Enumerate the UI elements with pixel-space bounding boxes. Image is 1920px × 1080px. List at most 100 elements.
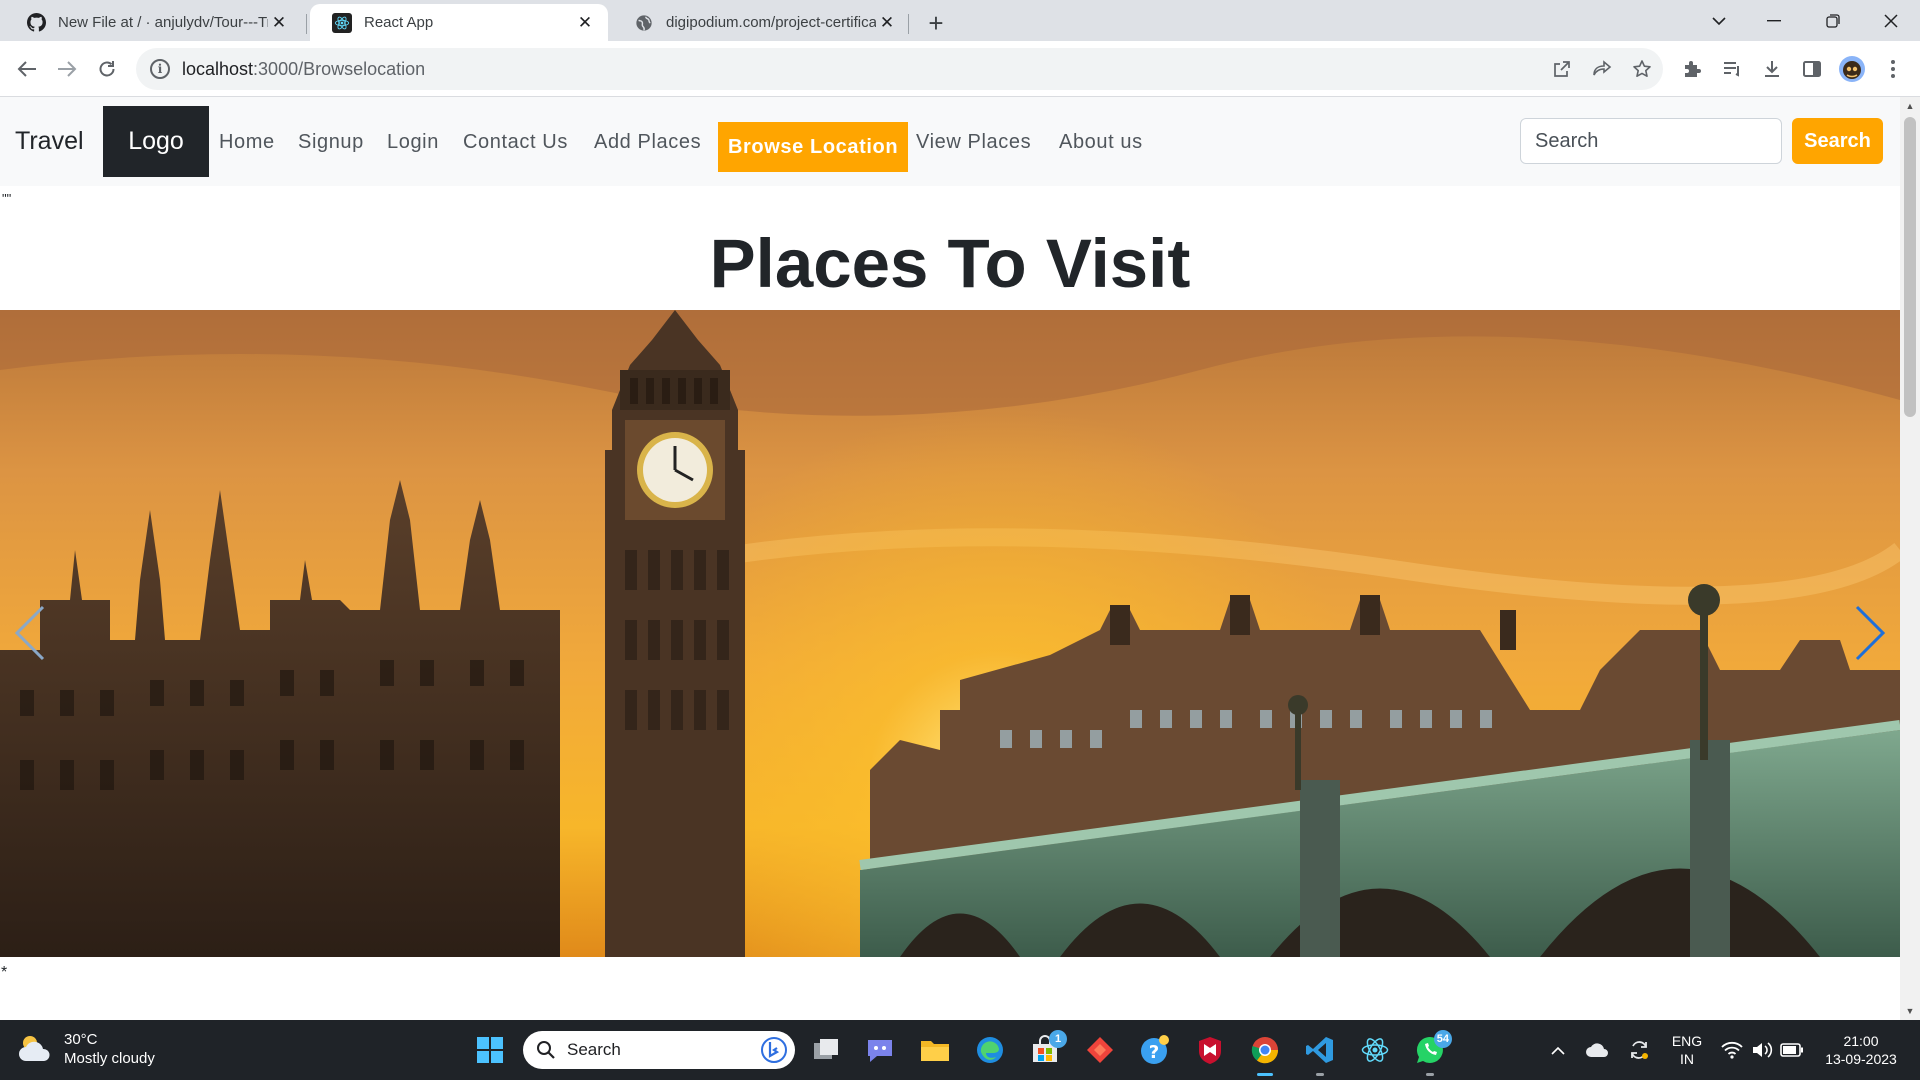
- navbar-brand[interactable]: Travel: [15, 127, 84, 156]
- reload-button[interactable]: [90, 52, 124, 86]
- navbar-search-input[interactable]: [1520, 118, 1782, 164]
- whatsapp-badge: 54: [1433, 1030, 1452, 1048]
- taskbar-search-placeholder: Search: [567, 1040, 621, 1059]
- side-panel-icon[interactable]: [1795, 52, 1829, 86]
- windows-taskbar: 30°C Mostly cloudy Search 1 ? 54 ENG IN …: [0, 1020, 1920, 1080]
- mcafee-shield-icon[interactable]: [1192, 1032, 1228, 1068]
- close-icon[interactable]: ✕: [268, 12, 290, 34]
- tab-title: digipodium.com/project-certificate: [666, 14, 876, 31]
- navbar-logo[interactable]: Logo: [103, 106, 209, 177]
- nav-link-add-places[interactable]: Add Places: [594, 131, 701, 154]
- nav-link-browse-location[interactable]: Browse Location: [718, 122, 909, 172]
- help-tips-icon[interactable]: ?: [1137, 1032, 1173, 1068]
- share-icon[interactable]: [1587, 54, 1617, 84]
- scroll-up-arrow-icon[interactable]: ▲: [1900, 97, 1920, 115]
- nav-link-view-places[interactable]: View Places: [916, 131, 1031, 154]
- github-icon: [26, 13, 46, 33]
- carousel-prev-button[interactable]: [0, 593, 60, 673]
- new-tab-button[interactable]: +: [920, 7, 952, 39]
- extensions-puzzle-icon[interactable]: [1675, 52, 1709, 86]
- scroll-down-arrow-icon[interactable]: ▼: [1900, 1002, 1920, 1020]
- svg-text:?: ?: [1149, 1042, 1159, 1063]
- bing-icon: [761, 1037, 787, 1063]
- site-navbar: Travel Logo Home Signup Login Contact Us…: [0, 97, 1900, 186]
- tab-react-app[interactable]: React App ✕: [310, 4, 608, 41]
- whatsapp-running-indicator: [1426, 1073, 1434, 1076]
- nav-link-contact-us[interactable]: Contact Us: [463, 131, 568, 154]
- bookmark-star-icon[interactable]: [1627, 54, 1657, 84]
- react-icon: [332, 12, 352, 33]
- url-path: :3000/Browselocation: [253, 58, 426, 79]
- wifi-icon[interactable]: [1718, 1038, 1746, 1062]
- page-title: Places To Visit: [709, 225, 1191, 302]
- language-indicator[interactable]: ENG IN: [1666, 1032, 1708, 1068]
- address-bar[interactable]: i localhost:3000/Browselocation: [136, 48, 1663, 90]
- edge-browser-icon[interactable]: [972, 1032, 1008, 1068]
- nav-link-login[interactable]: Login: [387, 131, 439, 154]
- tab-github-file[interactable]: New File at / · anjulydv/Tour---Travel ✕: [4, 4, 302, 41]
- stray-text-top: "": [2, 191, 12, 206]
- sync-icon[interactable]: [1626, 1038, 1652, 1062]
- tab-separator: [908, 14, 909, 34]
- places-carousel[interactable]: [0, 310, 1900, 957]
- react-devtools-icon[interactable]: [1357, 1032, 1393, 1068]
- taskbar-search-box[interactable]: Search: [523, 1031, 795, 1069]
- browser-toolbar: i localhost:3000/Browselocation: [0, 41, 1920, 97]
- weather-widget[interactable]: 30°C Mostly cloudy: [18, 1030, 155, 1068]
- language-code: ENG: [1671, 1033, 1703, 1049]
- minimize-button[interactable]: [1745, 0, 1803, 41]
- language-region: IN: [1680, 1051, 1694, 1067]
- anydesk-icon[interactable]: [1082, 1032, 1118, 1068]
- reading-list-icon[interactable]: [1715, 52, 1749, 86]
- vscode-running-indicator: [1316, 1073, 1324, 1076]
- nav-link-home[interactable]: Home: [219, 131, 275, 154]
- site-info-icon[interactable]: i: [150, 59, 170, 79]
- microsoft-store-icon[interactable]: 1: [1027, 1030, 1067, 1068]
- vscode-icon[interactable]: [1302, 1032, 1338, 1076]
- profile-avatar[interactable]: [1835, 52, 1869, 86]
- page-viewport: Travel Logo Home Signup Login Contact Us…: [0, 97, 1920, 1020]
- close-window-button[interactable]: [1862, 0, 1920, 41]
- chrome-browser-icon[interactable]: [1247, 1032, 1283, 1076]
- menu-kebab-icon[interactable]: [1876, 52, 1910, 86]
- page-scrollbar[interactable]: ▲ ▼: [1900, 97, 1920, 1020]
- navbar-search-button[interactable]: Search: [1792, 118, 1883, 164]
- clock-time: 21:00: [1843, 1033, 1879, 1049]
- onedrive-cloud-icon[interactable]: [1584, 1038, 1610, 1062]
- open-in-app-icon[interactable]: [1547, 54, 1577, 84]
- tab-search-chevron-icon[interactable]: [1690, 0, 1748, 41]
- chevron-right-icon: [1855, 605, 1886, 661]
- close-icon[interactable]: ✕: [574, 12, 596, 34]
- tab-title: New File at / · anjulydv/Tour---Travel: [58, 14, 268, 31]
- store-badge: 1: [1049, 1030, 1067, 1048]
- carousel-next-button[interactable]: [1840, 593, 1900, 673]
- restore-button[interactable]: [1804, 0, 1862, 41]
- battery-icon[interactable]: [1778, 1038, 1806, 1062]
- scroll-thumb[interactable]: [1904, 117, 1916, 417]
- stray-text-bottom: *: [1, 964, 8, 981]
- windows-start-icon[interactable]: [472, 1032, 508, 1068]
- forward-button[interactable]: [50, 52, 84, 86]
- teams-chat-icon[interactable]: [862, 1032, 898, 1068]
- weather-desc: Mostly cloudy: [64, 1050, 155, 1067]
- cloudy-weather-icon: [19, 1036, 50, 1061]
- nav-link-about-us[interactable]: About us: [1059, 131, 1143, 154]
- task-view-icon[interactable]: [808, 1032, 844, 1068]
- nav-link-signup[interactable]: Signup: [298, 131, 364, 154]
- clock[interactable]: 21:00 13-09-2023: [1816, 1032, 1906, 1068]
- clock-date: 13-09-2023: [1825, 1051, 1897, 1067]
- tab-separator: [306, 14, 307, 34]
- whatsapp-icon[interactable]: 54: [1412, 1030, 1452, 1076]
- tab-strip: New File at / · anjulydv/Tour---Travel ✕…: [0, 0, 1920, 41]
- back-button[interactable]: [10, 52, 44, 86]
- chrome-running-indicator: [1257, 1073, 1273, 1076]
- close-icon[interactable]: ✕: [876, 12, 898, 34]
- show-hidden-icons-chevron-icon[interactable]: [1546, 1038, 1570, 1062]
- weather-temp: 30°C: [64, 1031, 98, 1048]
- volume-icon[interactable]: [1748, 1038, 1776, 1062]
- download-icon[interactable]: [1755, 52, 1789, 86]
- url-host: localhost: [182, 58, 254, 79]
- file-explorer-icon[interactable]: [917, 1032, 953, 1068]
- tab-digipodium[interactable]: digipodium.com/project-certificate ✕: [612, 4, 910, 41]
- carousel-slide-image: [0, 310, 1900, 957]
